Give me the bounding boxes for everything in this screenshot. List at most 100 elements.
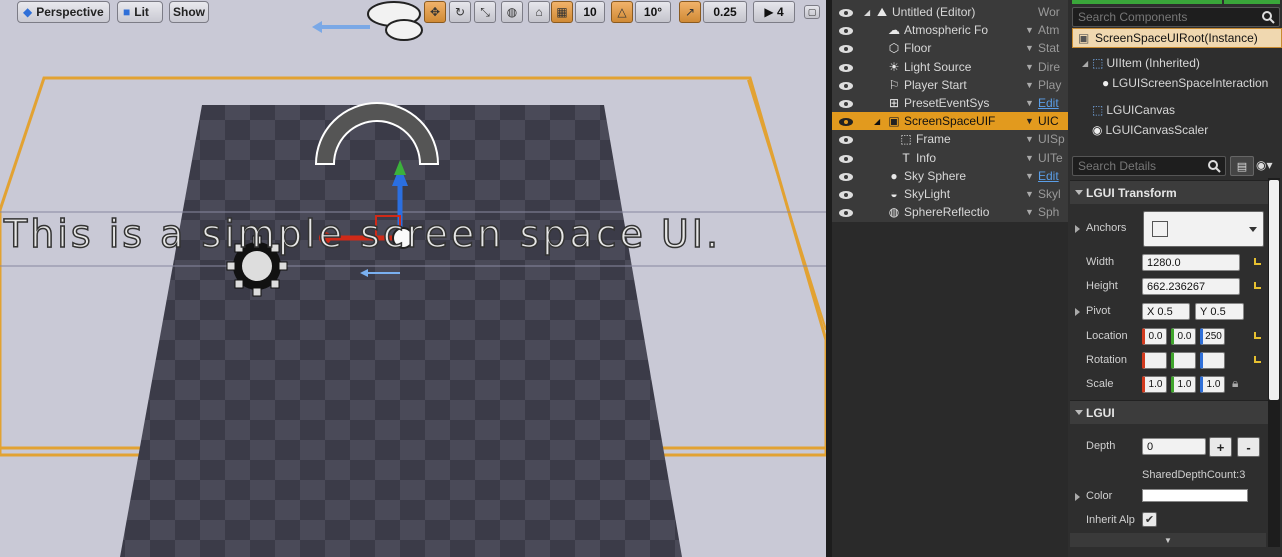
pivot-y-field[interactable]: Y 0.5: [1195, 303, 1244, 320]
grid-snap-icon[interactable]: ▦: [551, 1, 573, 23]
depth-field[interactable]: 0: [1142, 438, 1206, 455]
scale-x-field[interactable]: 1.0: [1142, 376, 1167, 393]
advanced-expand-icon[interactable]: ▼: [1070, 533, 1266, 547]
inherit-alpha-checkbox[interactable]: ✔: [1142, 512, 1157, 527]
outliner-row[interactable]: ◢ ▣ ScreenSpaceUIF ▼ UIC: [832, 112, 1068, 131]
color-swatch[interactable]: [1142, 489, 1248, 502]
visibility-eye-icon[interactable]: [838, 62, 854, 72]
pivot-x-field[interactable]: X 0.5: [1142, 303, 1190, 320]
outliner-row[interactable]: ⊞ PresetEventSys ▼ Edit: [832, 94, 1068, 112]
dropdown-arrow-icon[interactable]: ▼: [1025, 207, 1034, 217]
level-viewport[interactable]: This is a simple screen space UI. ◆ Pers…: [0, 0, 826, 557]
world-space-icon[interactable]: ◍: [501, 1, 523, 23]
details-scrollbar[interactable]: [1268, 178, 1280, 547]
outliner-row[interactable]: ⚐ Player Start ▼ Play: [832, 76, 1068, 94]
search-components-input[interactable]: Search Components: [1072, 7, 1280, 27]
rotation-x-field[interactable]: [1142, 352, 1167, 369]
dropdown-arrow-icon[interactable]: ▼: [1025, 98, 1034, 108]
reset-arrow-icon[interactable]: [1252, 354, 1264, 366]
visibility-eye-icon[interactable]: [838, 80, 854, 90]
reset-arrow-icon[interactable]: [1252, 330, 1264, 342]
dropdown-arrow-icon[interactable]: ▼: [1025, 43, 1034, 53]
outliner-row[interactable]: T Info ▼ UITe: [832, 149, 1068, 167]
scale-z-field[interactable]: 1.0: [1200, 376, 1225, 393]
visibility-eye-icon[interactable]: [838, 171, 854, 181]
color-label[interactable]: Color: [1074, 490, 1112, 502]
scrollbar-thumb[interactable]: [1269, 180, 1279, 400]
reset-arrow-icon[interactable]: [1252, 280, 1264, 292]
surface-snap-icon[interactable]: ⌂: [528, 1, 550, 23]
component-item-interaction[interactable]: ● LGUIScreenSpaceInteraction: [1102, 74, 1268, 92]
maximize-viewport-icon[interactable]: ▢: [804, 5, 820, 19]
dropdown-arrow-icon[interactable]: ▼: [1025, 134, 1034, 144]
dropdown-arrow-icon[interactable]: ▼: [1025, 189, 1034, 199]
component-item-canvas-scaler[interactable]: ◉ LGUICanvasScaler: [1092, 121, 1208, 139]
rotation-z-field[interactable]: [1200, 352, 1225, 369]
pivot-label[interactable]: Pivot: [1074, 305, 1110, 317]
section-lgui-transform[interactable]: LGUI Transform: [1070, 180, 1278, 204]
section-lgui[interactable]: LGUI: [1070, 400, 1278, 424]
component-item-canvas[interactable]: ⬚ LGUICanvas: [1092, 101, 1175, 119]
outliner-row[interactable]: ◒ SkyLight ▼ Skyl: [832, 185, 1068, 203]
outliner-row[interactable]: ◍ SphereReflectio ▼ Sph: [832, 203, 1068, 221]
dropdown-arrow-icon[interactable]: ▼: [1025, 80, 1034, 90]
collapse-arrow-icon[interactable]: ◢: [864, 8, 870, 17]
show-button[interactable]: Show: [169, 1, 209, 23]
visibility-eye-icon[interactable]: [838, 116, 854, 127]
scale-mode-icon[interactable]: ⤡: [474, 1, 496, 23]
visibility-eye-icon[interactable]: [838, 153, 854, 163]
lock-icon[interactable]: 🔒︎: [1232, 376, 1238, 391]
component-item-uiitem[interactable]: ◢ ⬚ UIItem (Inherited): [1082, 54, 1200, 72]
outliner-row[interactable]: ⬡ Floor ▼ Stat: [832, 39, 1068, 57]
visibility-eye-icon[interactable]: [838, 98, 854, 108]
property-matrix-icon[interactable]: ▤: [1230, 156, 1254, 176]
grid-snap-value[interactable]: 10: [575, 1, 605, 23]
visibility-eye-icon[interactable]: [838, 134, 854, 145]
rotate-mode-icon[interactable]: ↻: [449, 1, 471, 23]
outliner-row[interactable]: ☁ Atmospheric Fo ▼ Atm: [832, 21, 1068, 39]
width-field[interactable]: 1280.0: [1142, 254, 1240, 271]
dropdown-arrow-icon[interactable]: ▼: [1025, 153, 1034, 163]
outliner-row-label: Info: [916, 150, 937, 165]
dropdown-arrow-icon[interactable]: ▼: [1025, 116, 1034, 126]
outliner-row[interactable]: ● Sky Sphere ▼ Edit: [832, 167, 1068, 185]
search-details-input[interactable]: Search Details: [1072, 156, 1226, 176]
reset-arrow-icon[interactable]: [1252, 256, 1264, 268]
camera-speed-button[interactable]: ▶ 4: [753, 1, 795, 23]
outliner-row[interactable]: ◢ ⛰ Untitled (Editor) Wor: [832, 3, 1068, 21]
depth-decrease-button[interactable]: -: [1237, 437, 1260, 457]
outliner-row[interactable]: ⬚ Frame ▼ UISp: [832, 130, 1068, 148]
visibility-eye-icon[interactable]: ◉▾: [1256, 158, 1273, 172]
visibility-eye-icon[interactable]: [838, 43, 854, 54]
scale-snap-value[interactable]: 0.25: [703, 1, 747, 23]
outliner-row-type[interactable]: Edit: [1038, 169, 1068, 183]
skylight-icon: ◒: [890, 187, 898, 201]
dropdown-arrow-icon[interactable]: ▼: [1025, 62, 1034, 72]
collapse-arrow-icon[interactable]: ◢: [874, 117, 880, 126]
component-root[interactable]: ▣ ScreenSpaceUIRoot(Instance): [1072, 28, 1282, 48]
perspective-button[interactable]: ◆ Perspective: [17, 1, 110, 23]
light-icon: ☀: [888, 59, 900, 74]
outliner-row-type[interactable]: Edit: [1038, 96, 1068, 110]
visibility-eye-icon[interactable]: [838, 25, 854, 36]
location-y-field[interactable]: 0.0: [1171, 328, 1196, 345]
anchors-label[interactable]: Anchors: [1074, 222, 1126, 234]
visibility-eye-icon[interactable]: [838, 189, 854, 199]
scale-y-field[interactable]: 1.0: [1171, 376, 1196, 393]
height-field[interactable]: 662.236267: [1142, 278, 1240, 295]
visibility-eye-icon[interactable]: [838, 7, 854, 17]
outliner-row[interactable]: ☀ Light Source ▼ Dire: [832, 58, 1068, 76]
depth-increase-button[interactable]: +: [1209, 437, 1232, 457]
scale-snap-icon[interactable]: ↗: [679, 1, 701, 23]
anchors-dropdown[interactable]: [1143, 211, 1264, 247]
dropdown-arrow-icon[interactable]: ▼: [1025, 171, 1034, 181]
location-z-field[interactable]: 250: [1200, 328, 1225, 345]
dropdown-arrow-icon[interactable]: ▼: [1025, 25, 1034, 35]
rotation-y-field[interactable]: [1171, 352, 1196, 369]
lit-button[interactable]: ■ Lit: [117, 1, 163, 23]
visibility-eye-icon[interactable]: [838, 207, 854, 218]
rotation-snap-icon[interactable]: △: [611, 1, 633, 23]
rotation-snap-value[interactable]: 10°: [635, 1, 671, 23]
translate-mode-icon[interactable]: ✥: [424, 1, 446, 23]
location-x-field[interactable]: 0.0: [1142, 328, 1167, 345]
